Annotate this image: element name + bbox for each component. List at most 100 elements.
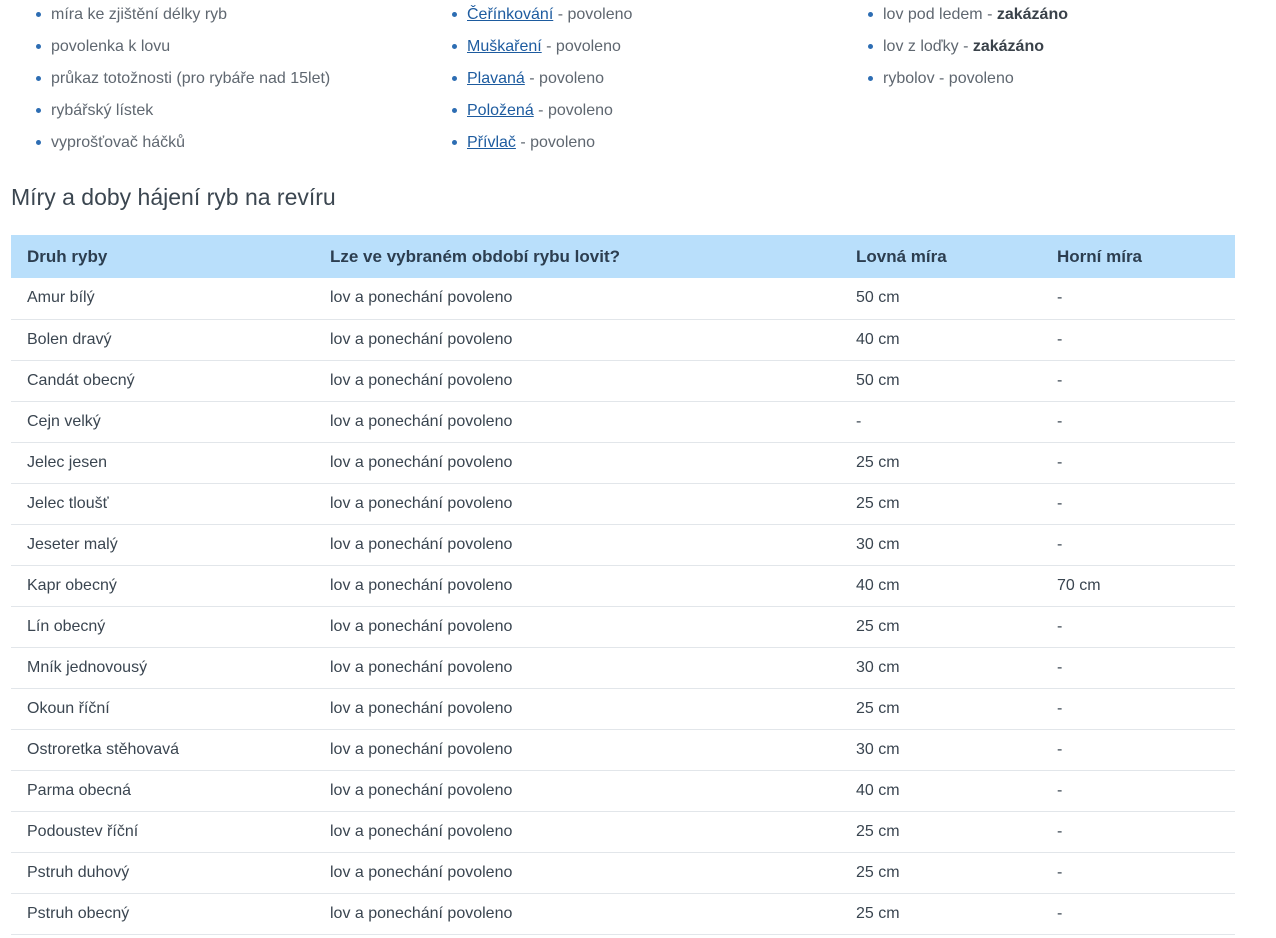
separator: - xyxy=(553,6,568,23)
list-item: Plavaná - povoleno xyxy=(452,64,632,96)
rule-label: lov pod ledem xyxy=(883,6,983,23)
table-row: Okoun říční lov a ponechání povoleno 25 cm… xyxy=(11,688,1235,730)
cell-min-size: 30 cm xyxy=(840,647,1041,689)
list-item: lov pod ledem - zakázáno xyxy=(868,0,1068,32)
cell-fish-species: Mník jednovousý xyxy=(11,647,314,689)
table-row: Pstruh duhový lov a ponechání povoleno 25 … xyxy=(11,852,1235,894)
bullet-icon xyxy=(36,44,41,49)
list-item: Přívlač - povoleno xyxy=(452,128,632,160)
cell-can-fish: lov a ponechání povoleno xyxy=(314,688,840,730)
rule-status: zakázáno xyxy=(972,38,1044,55)
cell-max-size: - xyxy=(1041,811,1235,853)
list-item: rybolov - povoleno xyxy=(868,64,1068,96)
table-row: Bolen dravý lov a ponechání povoleno 40 cm… xyxy=(11,319,1235,361)
method-link[interactable]: Plavaná xyxy=(467,70,525,87)
equipment-label: průkaz totožnosti (pro rybáře nad 15let) xyxy=(51,70,331,87)
bullet-icon xyxy=(36,12,41,17)
cell-fish-species: Kapr obecný xyxy=(11,565,314,607)
method-link[interactable]: Muškaření xyxy=(467,38,542,55)
table-row: Ostroretka stěhovavá lov a ponechání povo… xyxy=(11,729,1235,771)
cell-fish-species: Ostroretka stěhovavá xyxy=(11,729,314,771)
method-status: povoleno xyxy=(555,38,621,55)
methods-list: Čeřínkování - povoleno Muškaření - povole… xyxy=(452,0,632,160)
cell-max-size: - xyxy=(1041,647,1235,689)
method-status: povoleno xyxy=(530,134,596,151)
cell-fish-species: Jeseter malý xyxy=(11,524,314,566)
cell-max-size: - xyxy=(1041,319,1235,361)
cell-max-size: - xyxy=(1041,401,1235,443)
cell-min-size: 25 cm xyxy=(840,442,1041,484)
cell-fish-species: Cejn velký xyxy=(11,401,314,443)
table-body: Amur bílý lov a ponechání povoleno 50 cm - B… xyxy=(11,278,1235,935)
separator: - xyxy=(934,70,949,87)
list-item: míra ke zjištění délky ryb xyxy=(36,0,330,32)
table-row: Jelec tloušť lov a ponechání povoleno 25 c… xyxy=(11,483,1235,525)
table-row: Candát obecný lov a ponechání povoleno 50 … xyxy=(11,360,1235,402)
cell-fish-species: Amur bílý xyxy=(11,278,314,320)
method-link[interactable]: Přívlač xyxy=(467,134,516,151)
cell-fish-species: Jelec jesen xyxy=(11,442,314,484)
method-link[interactable]: Čeřínkování xyxy=(467,6,553,23)
cell-min-size: 25 cm xyxy=(840,852,1041,894)
list-item: rybářský lístek xyxy=(36,96,330,128)
cell-can-fish: lov a ponechání povoleno xyxy=(314,524,840,566)
cell-min-size: 30 cm xyxy=(840,524,1041,566)
cell-max-size: 70 cm xyxy=(1041,565,1235,607)
cell-max-size: - xyxy=(1041,688,1235,730)
separator: - xyxy=(524,70,540,87)
separator: - xyxy=(515,134,531,151)
cell-max-size: - xyxy=(1041,278,1235,320)
cell-min-size: 30 cm xyxy=(840,729,1041,771)
cell-min-size: - xyxy=(840,401,1041,443)
header-fish-species: Druh ryby xyxy=(27,246,108,266)
table-row: Lín obecný lov a ponechání povoleno 25 cm - xyxy=(11,606,1235,648)
method-link[interactable]: Položená xyxy=(467,102,534,119)
list-item: Položená - povoleno xyxy=(452,96,632,128)
list-item: průkaz totožnosti (pro rybáře nad 15let) xyxy=(36,64,330,96)
cell-min-size: 25 cm xyxy=(840,606,1041,648)
cell-min-size: 50 cm xyxy=(840,278,1041,320)
equipment-label: rybářský lístek xyxy=(51,102,154,119)
table-row: Kapr obecný lov a ponechání povoleno 40 cm… xyxy=(11,565,1235,607)
cell-max-size: - xyxy=(1041,606,1235,648)
equipment-label: povolenka k lovu xyxy=(51,38,171,55)
cell-fish-species: Pstruh obecný xyxy=(11,893,314,935)
cell-fish-species: Parma obecná xyxy=(11,770,314,812)
equipment-label: vyprošťovač háčků xyxy=(51,134,186,151)
bullet-icon xyxy=(452,44,457,49)
table-row: Mník jednovousý lov a ponechání povoleno 3… xyxy=(11,647,1235,689)
table-row: Parma obecná lov a ponechání povoleno 40 c… xyxy=(11,770,1235,812)
list-item: Čeřínkování - povoleno xyxy=(452,0,632,32)
cell-max-size: - xyxy=(1041,770,1235,812)
bullet-icon xyxy=(36,76,41,81)
table-row: Jeseter malý lov a ponechání povoleno 30 c… xyxy=(11,524,1235,566)
table-row: Cejn velký lov a ponechání povoleno - - xyxy=(11,401,1235,443)
cell-max-size: - xyxy=(1041,524,1235,566)
separator: - xyxy=(533,102,548,119)
cell-can-fish: lov a ponechání povoleno xyxy=(314,401,840,443)
method-status: povoleno xyxy=(567,6,633,23)
separator: - xyxy=(958,38,973,55)
cell-can-fish: lov a ponechání povoleno xyxy=(314,360,840,402)
cell-min-size: 40 cm xyxy=(840,565,1041,607)
cell-can-fish: lov a ponechání povoleno xyxy=(314,565,840,607)
bullet-icon xyxy=(868,12,873,17)
header-max-size: Horní míra xyxy=(1057,246,1143,266)
bullet-icon xyxy=(36,108,41,113)
table-row: Amur bílý lov a ponechání povoleno 50 cm - xyxy=(11,278,1235,320)
list-item: lov z loďky - zakázáno xyxy=(868,32,1068,64)
separator: - xyxy=(982,6,997,23)
cell-max-size: - xyxy=(1041,483,1235,525)
cell-can-fish: lov a ponechání povoleno xyxy=(314,852,840,894)
cell-min-size: 50 cm xyxy=(840,360,1041,402)
bullet-icon xyxy=(452,140,457,145)
cell-min-size: 25 cm xyxy=(840,483,1041,525)
list-item: povolenka k lovu xyxy=(36,32,330,64)
cell-can-fish: lov a ponechání povoleno xyxy=(314,770,840,812)
bullet-icon xyxy=(868,76,873,81)
cell-min-size: 25 cm xyxy=(840,811,1041,853)
list-item: vyprošťovač háčků xyxy=(36,128,330,160)
bullet-icon xyxy=(452,12,457,17)
cell-can-fish: lov a ponechání povoleno xyxy=(314,278,840,320)
page: míra ke zjištění délky ryb povolenka k lo… xyxy=(0,0,1276,938)
